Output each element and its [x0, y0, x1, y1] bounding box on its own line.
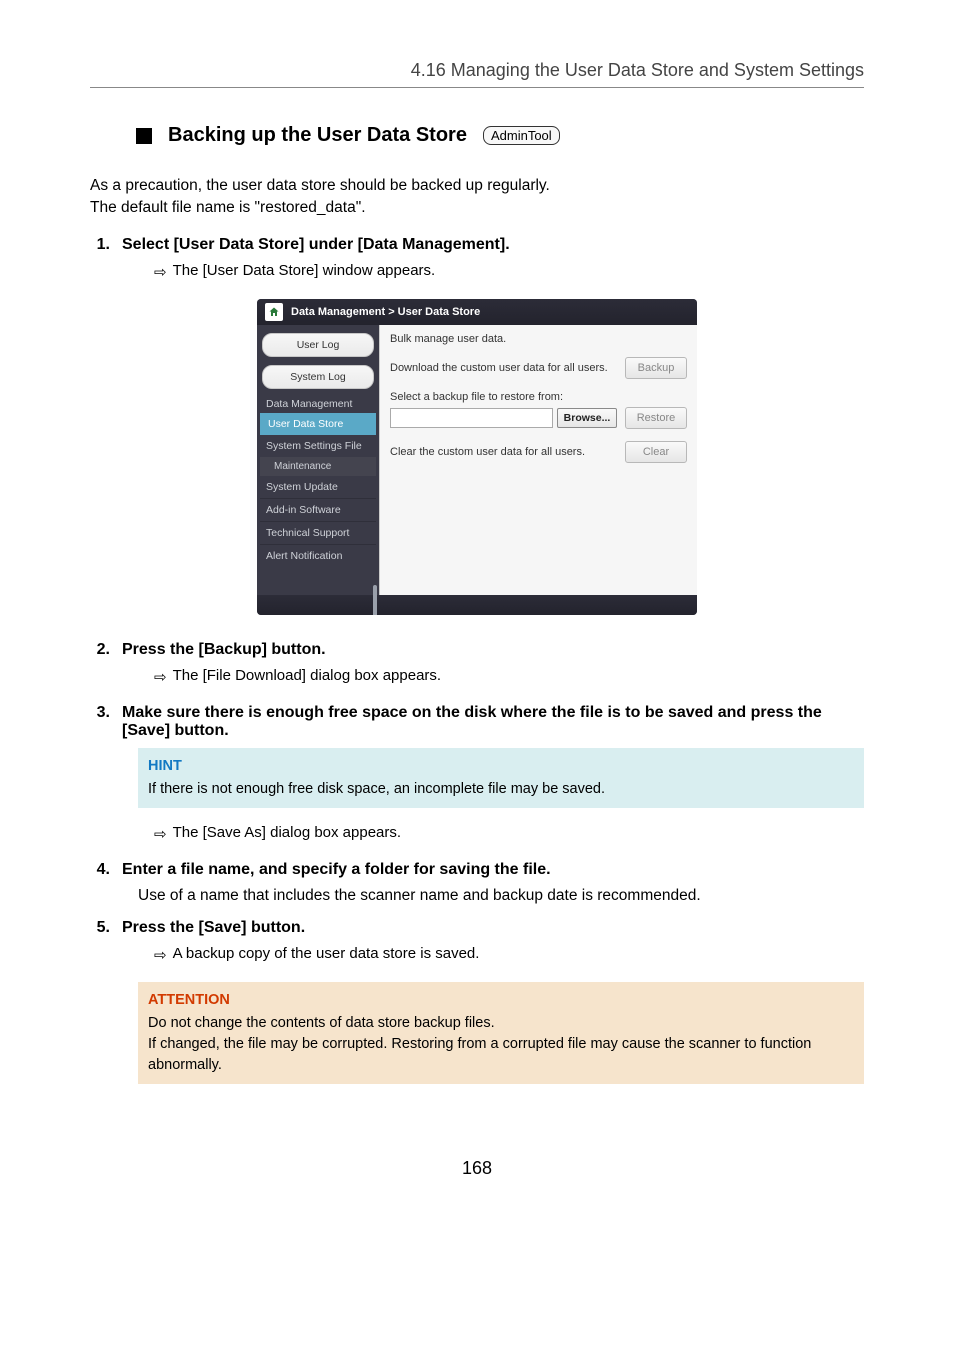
bulk-manage-label: Bulk manage user data. — [390, 333, 687, 345]
step-5-text: Press the [Save] button. — [122, 919, 864, 937]
sidebar-scrollbar-thumb[interactable] — [373, 585, 377, 615]
page-number: 168 — [90, 1158, 864, 1179]
clear-button[interactable]: Clear — [625, 441, 687, 463]
step-4-number: 4. — [90, 861, 110, 879]
breadcrumb: Data Management > User Data Store — [291, 306, 480, 318]
sidebar-item-user-data-store[interactable]: User Data Store — [260, 413, 376, 435]
restore-file-input[interactable] — [390, 408, 553, 428]
window-footer — [257, 595, 697, 615]
intro-line-1: As a precaution, the user data store sho… — [90, 177, 550, 194]
step-5-number: 5. — [90, 919, 110, 937]
page-header: 4.16 Managing the User Data Store and Sy… — [90, 60, 864, 88]
step-4-text: Enter a file name, and specify a folder … — [122, 861, 864, 879]
step-2-text: Press the [Backup] button. — [122, 641, 864, 659]
sidebar-category-maintenance: Maintenance — [260, 457, 376, 476]
step-5-result: ⇨ A backup copy of the user data store i… — [154, 945, 864, 966]
arrow-icon: ⇨ — [154, 262, 167, 283]
section-title: Backing up the User Data Store — [168, 124, 467, 147]
sidebar-category-data-management: Data Management — [260, 393, 376, 413]
step-5: 5. Press the [Save] button. — [90, 919, 864, 937]
attention-line-1: Do not change the contents of data store… — [148, 1015, 495, 1031]
sidebar-item-alert-notification[interactable]: Alert Notification — [260, 545, 376, 567]
sidebar-item-user-log[interactable]: User Log — [262, 333, 374, 357]
hint-callout: HINT If there is not enough free disk sp… — [138, 748, 864, 808]
step-1: 1. Select [User Data Store] under [Data … — [90, 236, 864, 254]
step-4: 4. Enter a file name, and specify a fold… — [90, 861, 864, 879]
step-3-text: Make sure there is enough free space on … — [122, 704, 864, 740]
step-1-text: Select [User Data Store] under [Data Man… — [122, 236, 864, 254]
step-4-note: Use of a name that includes the scanner … — [138, 887, 864, 905]
admintool-badge: AdminTool — [483, 126, 560, 145]
sidebar-item-system-settings-file[interactable]: System Settings File — [260, 435, 376, 457]
sidebar: User Log System Log Data Management User… — [257, 325, 379, 595]
step-1-result-text: The [User Data Store] window appears. — [173, 262, 436, 279]
main-panel: Bulk manage user data. Download the cust… — [379, 325, 697, 595]
select-restore-label: Select a backup file to restore from: — [390, 391, 687, 403]
step-2: 2. Press the [Backup] button. — [90, 641, 864, 659]
window-titlebar: Data Management > User Data Store — [257, 299, 697, 325]
step-1-result: ⇨ The [User Data Store] window appears. — [154, 262, 864, 283]
square-bullet-icon — [136, 128, 152, 144]
user-data-store-window: Data Management > User Data Store User L… — [257, 299, 697, 615]
sidebar-item-addin-software[interactable]: Add-in Software — [260, 499, 376, 522]
arrow-icon: ⇨ — [154, 824, 167, 845]
sidebar-item-system-update[interactable]: System Update — [260, 476, 376, 499]
step-3: 3. Make sure there is enough free space … — [90, 704, 864, 740]
attention-line-2: If changed, the file may be corrupted. R… — [148, 1036, 811, 1073]
sidebar-item-technical-support[interactable]: Technical Support — [260, 522, 376, 545]
step-1-number: 1. — [90, 236, 110, 254]
intro-line-2: The default file name is "restored_data"… — [90, 199, 366, 216]
step-3-result: ⇨ The [Save As] dialog box appears. — [154, 824, 864, 845]
step-2-result: ⇨ The [File Download] dialog box appears… — [154, 667, 864, 688]
hint-text: If there is not enough free disk space, … — [148, 781, 605, 797]
attention-label: ATTENTION — [148, 990, 854, 1011]
hint-label: HINT — [148, 756, 854, 777]
arrow-icon: ⇨ — [154, 667, 167, 688]
home-icon[interactable] — [265, 303, 283, 321]
clear-label: Clear the custom user data for all users… — [390, 446, 617, 458]
download-label: Download the custom user data for all us… — [390, 362, 617, 374]
attention-callout: ATTENTION Do not change the contents of … — [138, 982, 864, 1084]
step-2-number: 2. — [90, 641, 110, 659]
step-5-result-text: A backup copy of the user data store is … — [173, 945, 480, 962]
backup-button[interactable]: Backup — [625, 357, 687, 379]
section-heading-row: Backing up the User Data Store AdminTool — [136, 124, 864, 147]
restore-button[interactable]: Restore — [625, 407, 687, 429]
browse-button[interactable]: Browse... — [557, 408, 617, 428]
arrow-icon: ⇨ — [154, 945, 167, 966]
step-3-result-text: The [Save As] dialog box appears. — [173, 824, 401, 841]
step-3-number: 3. — [90, 704, 110, 740]
sidebar-item-system-log[interactable]: System Log — [262, 365, 374, 389]
intro-paragraph: As a precaution, the user data store sho… — [90, 175, 864, 220]
step-2-result-text: The [File Download] dialog box appears. — [173, 667, 442, 684]
